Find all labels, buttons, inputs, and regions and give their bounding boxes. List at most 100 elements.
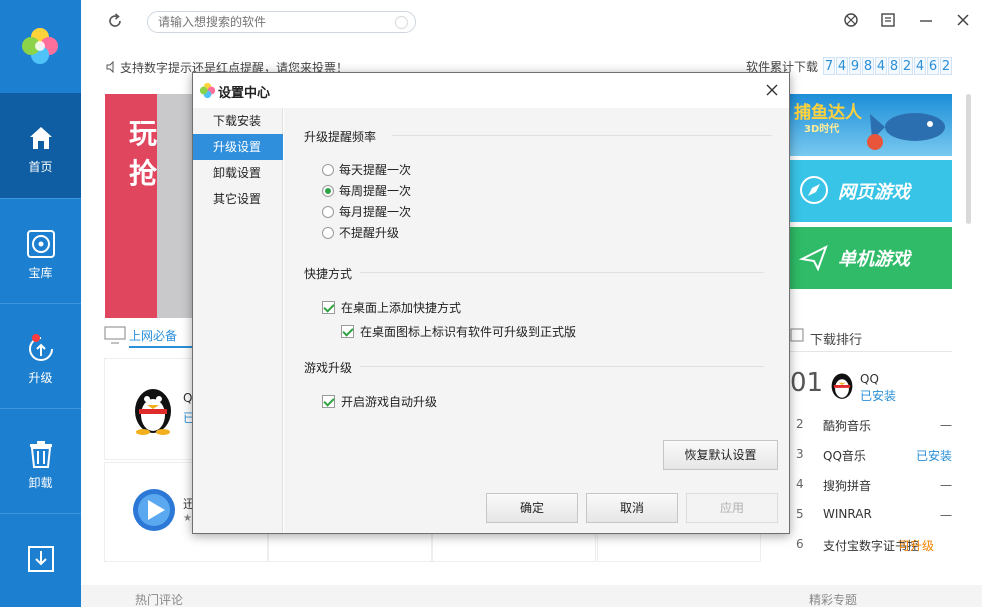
sidebar-item-downloads[interactable] [0, 514, 81, 607]
checkbox[interactable] [341, 325, 354, 338]
radio-label: 每天提醒一次 [339, 163, 412, 177]
section-hot-comments[interactable]: 热门评论 [135, 591, 183, 607]
sidebar-item-label: 卸载 [28, 476, 53, 490]
checkbox[interactable] [322, 301, 335, 314]
ok-button[interactable]: 确定 [486, 493, 578, 523]
ranking-row[interactable]: 4 搜狗拼音 一 [796, 477, 958, 497]
search-input[interactable] [158, 14, 388, 30]
bottom-section-bar: 热门评论 精彩专题 [81, 585, 982, 607]
counter-digit: 6 [927, 57, 939, 75]
sidebar-item-library[interactable]: 宝库 [0, 199, 81, 304]
ranking-row[interactable]: 2 酷狗音乐 一 [796, 417, 958, 437]
checkbox-label: 在桌面上添加快捷方式 [341, 301, 462, 315]
cancel-button[interactable]: 取消 [586, 493, 678, 523]
settings-nav-uninstall[interactable]: 卸载设置 [193, 160, 283, 186]
counter-digit: 4 [914, 57, 926, 75]
divider [790, 351, 952, 352]
rank-app-name[interactable]: QQ音乐 [823, 447, 866, 464]
counter-digit: 2 [901, 57, 913, 75]
rank-number: 5 [796, 507, 804, 521]
banner-text: 抢 [129, 157, 158, 190]
rank-app-name[interactable]: 搜狗拼音 [823, 477, 871, 494]
fish-illustration-icon [867, 113, 945, 150]
rank-app-name[interactable]: WINRAR [823, 507, 872, 521]
minimize-icon[interactable] [918, 12, 934, 28]
sidebar: 首页 宝库 升级 卸载 [0, 0, 81, 607]
rank-app-status: 一 [939, 479, 952, 493]
section-title: 游戏升级 [304, 361, 353, 375]
rank-app-status[interactable]: 可升级 [898, 537, 934, 554]
promo-web-games[interactable]: 网页游戏 [790, 160, 952, 222]
rank-number: 2 [796, 417, 804, 431]
checkbox-mark-upgradable[interactable]: 在桌面图标上标识有软件可升级到正式版 [341, 323, 576, 340]
apply-button[interactable]: 应用 [686, 493, 778, 523]
radio-label: 不提醒升级 [339, 226, 400, 240]
section-featured-topics[interactable]: 精彩专题 [809, 591, 857, 607]
divider [392, 135, 772, 136]
rank-app-name[interactable]: QQ [860, 372, 879, 386]
ranking-row[interactable]: 6 支付宝数字证书控 可升级 [796, 537, 958, 557]
divider [360, 272, 764, 273]
promo-label: 网页游戏 [838, 182, 910, 203]
menu-icon[interactable] [880, 12, 896, 28]
settings-nav-upgrade[interactable]: 升级设置 [193, 134, 283, 160]
rank-app-name[interactable]: 酷狗音乐 [823, 417, 871, 434]
ranking-title: 下载排行 [810, 333, 863, 348]
checkbox-label: 在桌面图标上标识有软件可升级到正式版 [360, 325, 577, 339]
settings-content: 升级提醒频率 每天提醒一次 每周提醒一次 每月提醒一次 不提醒升级 快捷方式 在… [284, 108, 789, 533]
checkbox-add-desktop-shortcut[interactable]: 在桌面上添加快捷方式 [322, 299, 461, 316]
search-icon[interactable] [394, 15, 409, 30]
ranking-icon [790, 328, 804, 342]
ranking-row[interactable]: 5 WINRAR 一 [796, 507, 958, 527]
compass-icon [800, 176, 828, 204]
speaker-icon [106, 61, 114, 73]
qq-penguin-icon [831, 373, 853, 399]
promo-banner[interactable]: 玩 抢 [105, 94, 193, 318]
close-icon[interactable] [955, 12, 971, 28]
radio-never[interactable]: 不提醒升级 [322, 224, 399, 241]
radio-button[interactable] [322, 226, 334, 239]
rank-app-status: 一 [939, 509, 952, 523]
radio-button[interactable] [322, 163, 334, 176]
counter-digit: 9 [849, 57, 861, 75]
counter-digit: 8 [862, 57, 874, 75]
divider [360, 366, 764, 367]
scrollbar[interactable] [966, 94, 971, 224]
sidebar-item-label: 首页 [28, 160, 53, 174]
radio-daily[interactable]: 每天提醒一次 [322, 161, 411, 178]
dialog-titlebar[interactable]: 设置中心 [193, 73, 789, 108]
restore-defaults-button[interactable]: 恢复默认设置 [663, 440, 778, 470]
sidebar-item-home[interactable]: 首页 [0, 93, 81, 198]
sidebar-item-uninstall[interactable]: 卸载 [0, 409, 81, 514]
radio-label: 每月提醒一次 [339, 205, 412, 219]
promo-fishing-game[interactable]: 捕鱼达人 3D时代 [790, 94, 952, 156]
checkbox-auto-game-upgrade[interactable]: 开启游戏自动升级 [322, 393, 437, 410]
settings-nav-other[interactable]: 其它设置 [193, 186, 283, 212]
ranking-row[interactable]: 3 QQ音乐 已安装 [796, 447, 958, 467]
tab-must-have[interactable]: 上网必备 [129, 327, 177, 344]
active-tab-indicator [129, 346, 193, 348]
counter-digit: 4 [875, 57, 887, 75]
search-box[interactable] [147, 11, 416, 33]
radio-button[interactable] [322, 205, 334, 218]
sidebar-item-label: 宝库 [28, 266, 53, 280]
counter-digit: 7 [823, 57, 835, 75]
promo-pc-games[interactable]: 单机游戏 [790, 227, 952, 289]
sidebar-item-upgrade[interactable]: 升级 [0, 304, 81, 409]
counter-digit: 8 [888, 57, 900, 75]
radio-weekly[interactable]: 每周提醒一次 [322, 182, 411, 199]
app-logo-icon [199, 82, 216, 99]
checkbox-label: 开启游戏自动升级 [341, 395, 438, 409]
promo-label: 单机游戏 [838, 249, 910, 270]
refresh-icon[interactable] [106, 12, 124, 30]
upgrade-icon [29, 334, 53, 361]
radio-button-selected[interactable] [322, 184, 334, 197]
settings-nav-download-install[interactable]: 下载安装 [193, 108, 283, 134]
rank-app-status: 已安装 [860, 389, 897, 403]
skin-icon[interactable] [843, 12, 859, 28]
checkbox[interactable] [322, 395, 335, 408]
radio-monthly[interactable]: 每月提醒一次 [322, 203, 411, 220]
app-logo-icon [22, 28, 58, 64]
close-icon[interactable] [765, 83, 779, 97]
trash-icon [30, 441, 52, 468]
